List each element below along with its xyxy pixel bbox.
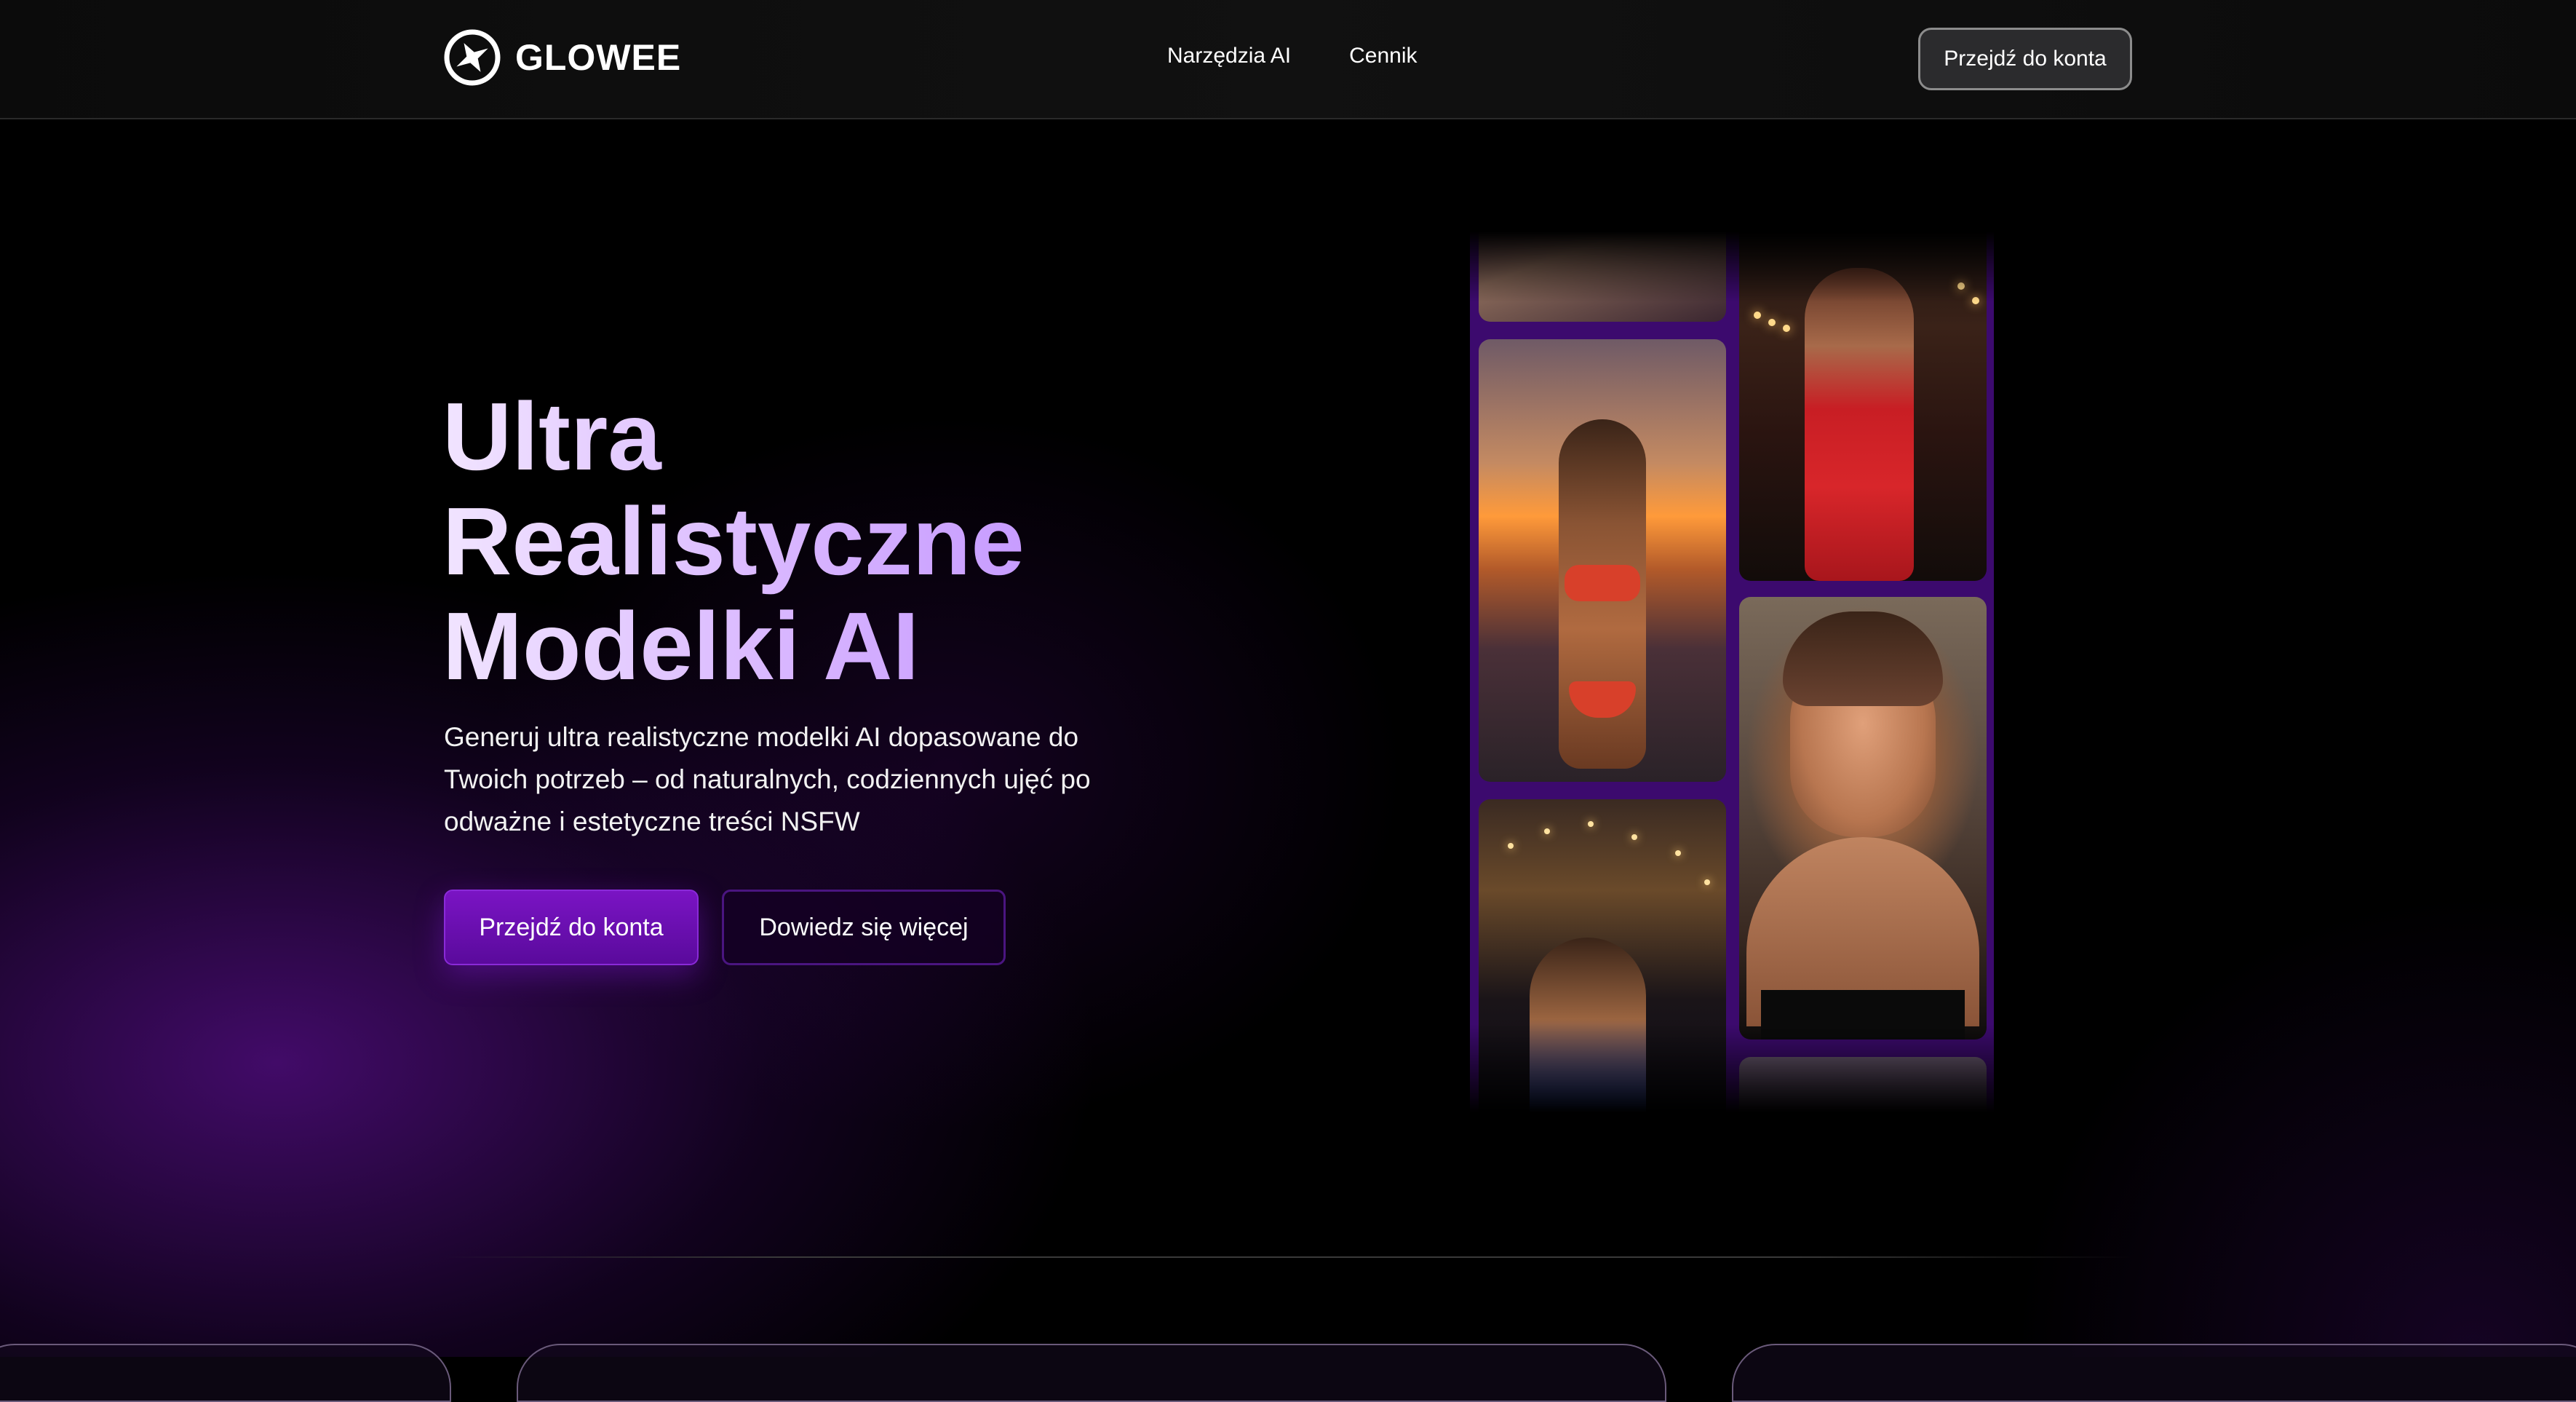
feature-card: [0, 1344, 451, 1402]
hero-title-line: Modelki AI: [442, 593, 920, 700]
feature-card: [517, 1344, 1666, 1402]
gallery-photo: [1739, 1057, 1987, 1112]
logo[interactable]: GLOWEE: [442, 28, 681, 87]
gallery-photo: [1739, 231, 1987, 581]
logo-icon: [444, 29, 501, 86]
hero-title-line: Ultra: [442, 383, 661, 490]
hero-title: Ultra Realistyczne Modelki AI: [442, 384, 1025, 699]
section-divider: [442, 1256, 2132, 1258]
hero-description: Generuj ultra realistyczne modelki AI do…: [444, 722, 1091, 836]
background-glow: [0, 116, 2576, 1357]
nav-links: Narzędzia AI Cennik: [1167, 44, 1417, 68]
gallery-photo: [1479, 339, 1726, 782]
gallery-photo: [1479, 231, 1726, 322]
image-gallery: [1470, 231, 1994, 1112]
go-to-account-button[interactable]: Przejdź do konta: [444, 890, 699, 965]
nav-link-ai-tools[interactable]: Narzędzia AI: [1167, 44, 1291, 68]
gallery-photo: [1479, 799, 1726, 1112]
learn-more-button[interactable]: Dowiedz się więcej: [722, 890, 1006, 965]
hero-title-line: Realistyczne: [442, 488, 1025, 595]
nav-link-pricing[interactable]: Cennik: [1349, 44, 1417, 68]
navbar: GLOWEE Narzędzia AI Cennik Przejdź do ko…: [0, 0, 2576, 119]
feature-card: [1732, 1344, 2576, 1402]
account-button[interactable]: Przejdź do konta: [1918, 28, 2132, 90]
brand-name: GLOWEE: [515, 37, 682, 78]
gallery-photo: [1739, 597, 1987, 1039]
